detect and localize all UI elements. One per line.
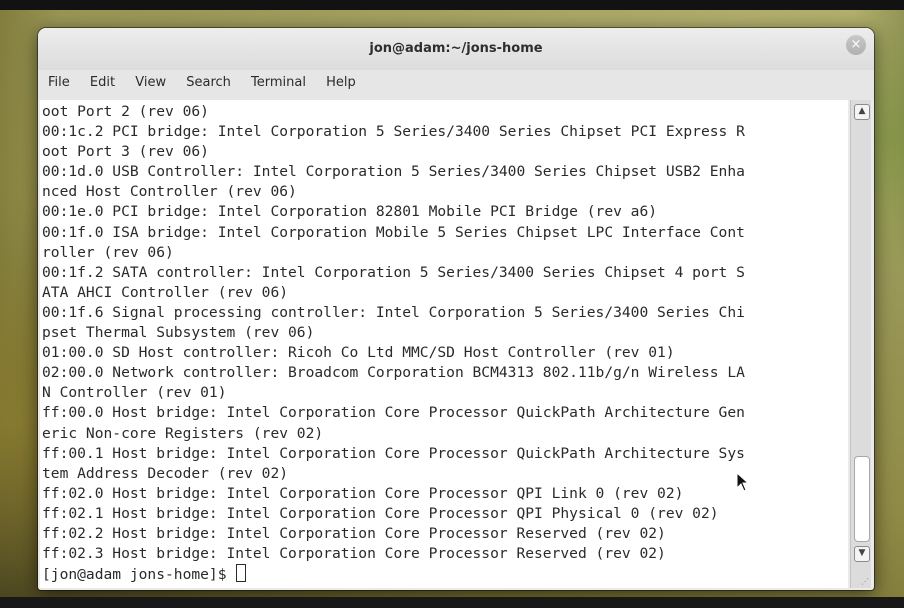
resize-grip-icon[interactable]: ⋰ — [859, 577, 869, 587]
terminal-line: ff:02.0 Host bridge: Intel Corporation C… — [42, 484, 684, 502]
top-panel — [0, 0, 904, 10]
scroll-up-button[interactable]: ▲ — [854, 104, 870, 120]
terminal-line: oot Port 3 (rev 06) — [42, 143, 209, 161]
terminal-line: ff:02.3 Host bridge: Intel Corporation C… — [42, 545, 666, 563]
terminal-line: ff:00.0 Host bridge: Intel Corporation C… — [42, 404, 745, 422]
chevron-up-icon: ▲ — [858, 106, 866, 116]
mouse-pointer-icon — [736, 472, 750, 492]
terminal-line: eric Non-core Registers (rev 02) — [42, 424, 324, 442]
terminal-line: 00:1f.2 SATA controller: Intel Corporati… — [42, 263, 745, 281]
terminal-line: 00:1f.0 ISA bridge: Intel Corporation Mo… — [42, 223, 745, 241]
scroll-thumb[interactable] — [854, 456, 870, 542]
menu-search[interactable]: Search — [186, 70, 231, 96]
terminal-line: ff:00.1 Host bridge: Intel Corporation C… — [42, 444, 745, 462]
terminal-line: oot Port 2 (rev 06) — [42, 103, 209, 120]
terminal-line: ff:02.2 Host bridge: Intel Corporation C… — [42, 524, 666, 542]
terminal-line: 00:1e.0 PCI bridge: Intel Corporation 82… — [42, 203, 658, 221]
terminal-line: 00:1f.6 Signal processing controller: In… — [42, 303, 745, 321]
menu-terminal[interactable]: Terminal — [251, 70, 306, 96]
terminal-line: ATA AHCI Controller (rev 06) — [42, 283, 289, 301]
menu-help[interactable]: Help — [326, 70, 356, 96]
window-title: jon@adam:~/jons-home — [369, 41, 543, 56]
terminal-line: ff:02.1 Host bridge: Intel Corporation C… — [42, 504, 719, 522]
terminal-window: jon@adam:~/jons-home × File Edit View Se… — [38, 28, 874, 590]
terminal-line: 02:00.0 Network controller: Broadcom Cor… — [42, 364, 745, 382]
chevron-down-icon: ▼ — [858, 548, 866, 558]
terminal-line: 00:1c.2 PCI bridge: Intel Corporation 5 … — [42, 123, 745, 141]
terminal-output: oot Port 2 (rev 06) 00:1c.2 PCI bridge: I… — [42, 102, 848, 588]
terminal-area[interactable]: oot Port 2 (rev 06) 00:1c.2 PCI bridge: I… — [40, 100, 848, 588]
menu-bar: File Edit View Search Terminal Help — [38, 70, 874, 100]
terminal-line: tem Address Decoder (rev 02) — [42, 464, 289, 482]
prompt-text: [jon@adam jons-home]$ — [42, 566, 236, 584]
prompt-line[interactable]: [jon@adam jons-home]$ — [42, 564, 848, 584]
vertical-scrollbar[interactable]: ▲ ▼ — [850, 100, 871, 588]
terminal-line: 01:00.0 SD Host controller: Ricoh Co Ltd… — [42, 344, 675, 362]
bottom-panel — [0, 597, 904, 608]
window-titlebar[interactable]: jon@adam:~/jons-home × — [38, 28, 874, 70]
terminal-line: nced Host Controller (rev 06) — [42, 183, 297, 201]
terminal-line: roller (rev 06) — [42, 243, 174, 261]
terminal-line: N Controller (rev 01) — [42, 384, 227, 402]
menu-file[interactable]: File — [48, 70, 70, 96]
close-icon: × — [850, 37, 862, 52]
text-cursor — [236, 564, 247, 583]
menu-edit[interactable]: Edit — [90, 70, 115, 96]
close-button[interactable]: × — [846, 35, 866, 55]
scroll-down-button[interactable]: ▼ — [854, 546, 870, 562]
terminal-line: 00:1d.0 USB Controller: Intel Corporatio… — [42, 163, 745, 181]
menu-view[interactable]: View — [135, 70, 166, 96]
terminal-line: pset Thermal Subsystem (rev 06) — [42, 324, 315, 342]
